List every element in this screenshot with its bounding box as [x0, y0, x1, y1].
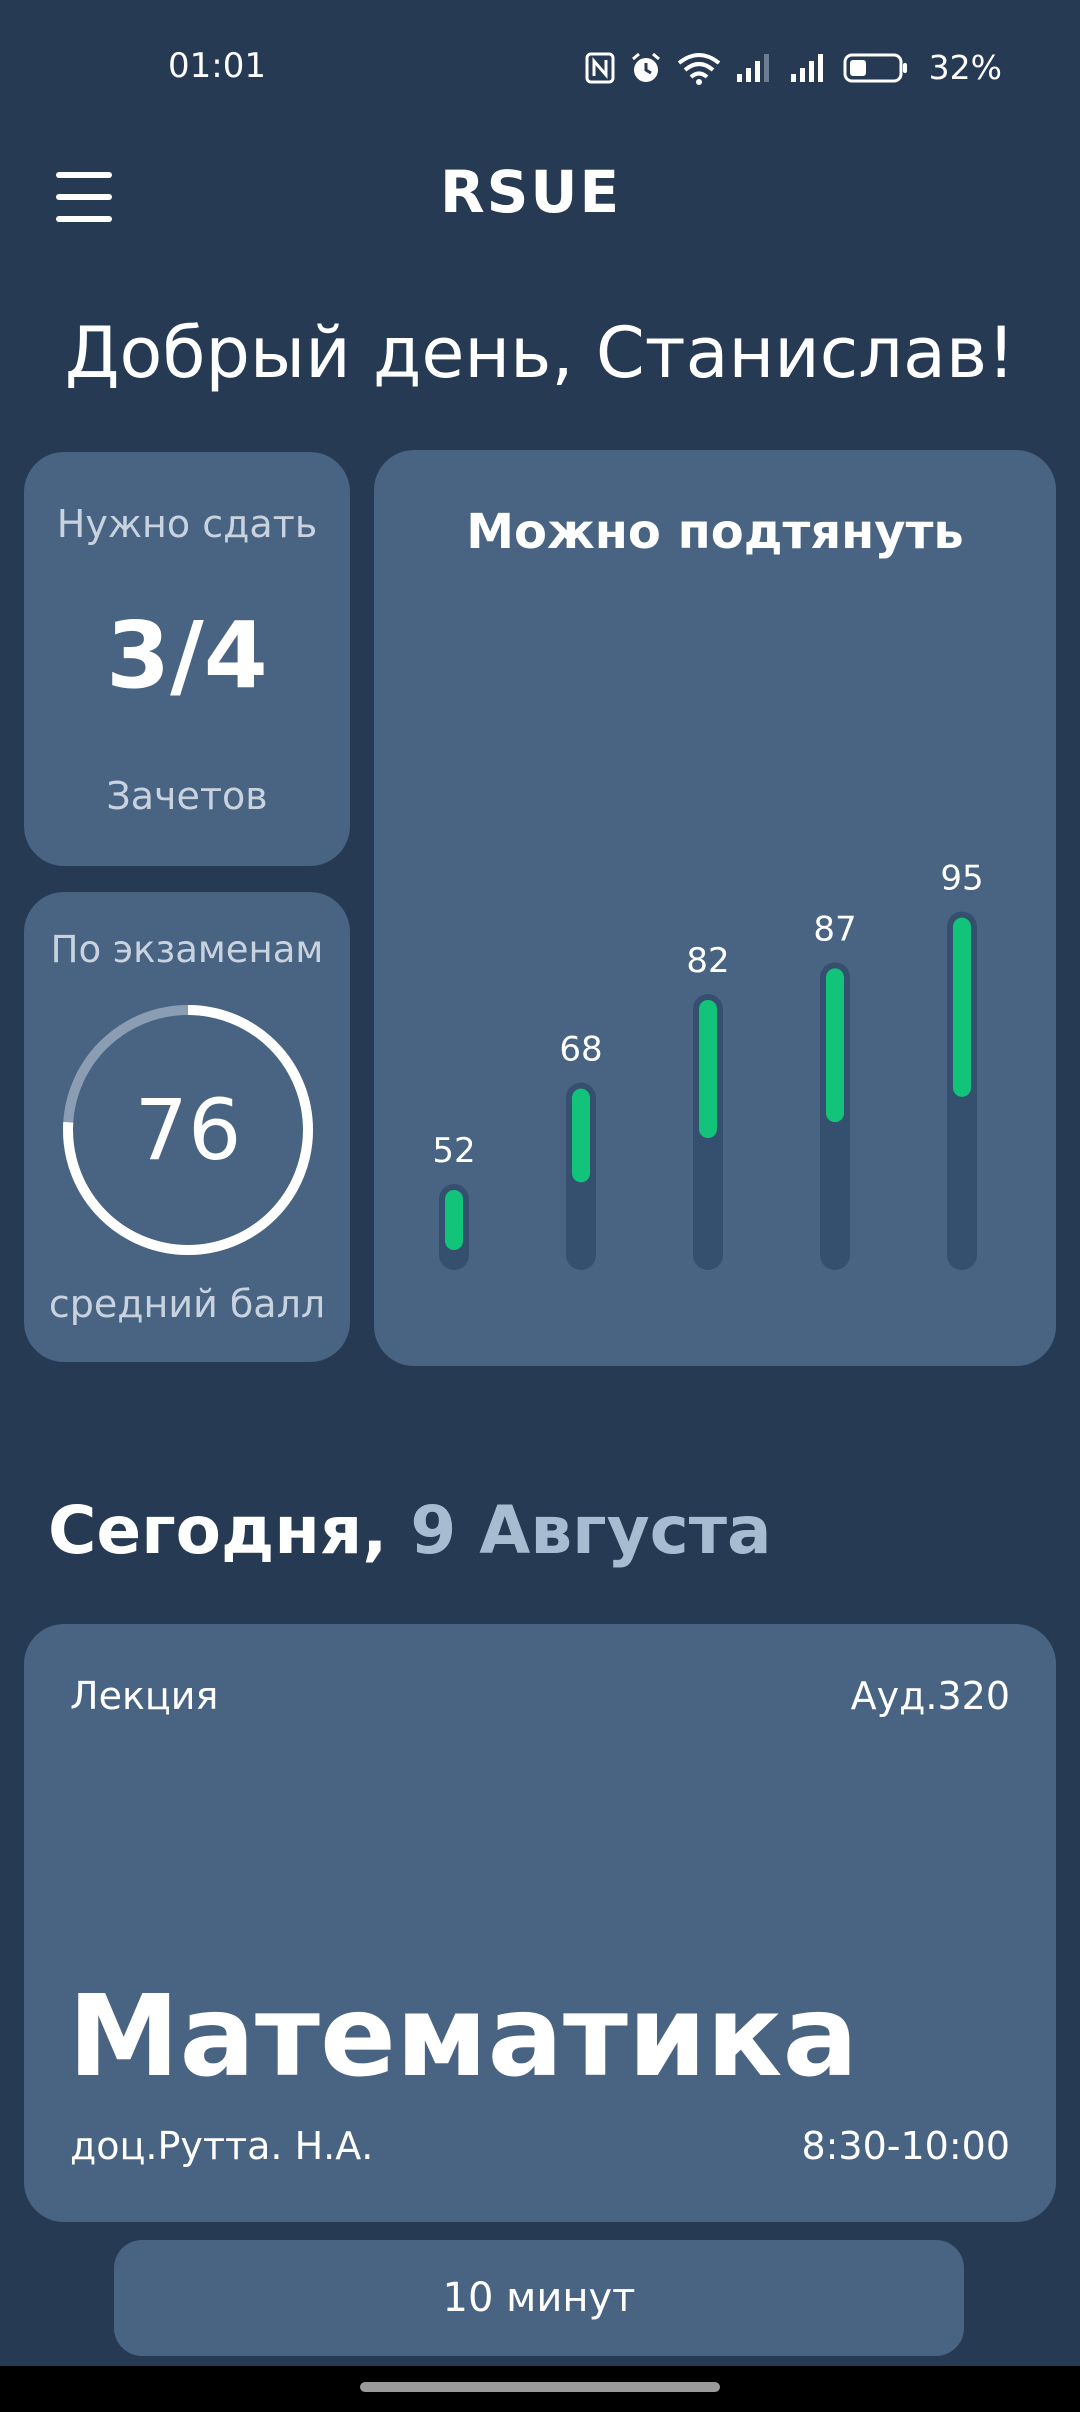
credits-caption-top: Нужно сдать: [56, 502, 318, 546]
credits-caption-bottom: Зачетов: [106, 774, 268, 818]
average-score-ring: 76: [60, 1002, 316, 1258]
bar-value-label: 82: [686, 941, 729, 981]
average-score-value: 76: [134, 1081, 242, 1179]
app-logo: RSUE: [440, 158, 622, 226]
bar: [826, 968, 844, 1123]
nfc-icon: [585, 52, 615, 83]
status-time: 01:01: [168, 46, 266, 86]
lesson-type: Лекция: [70, 1674, 219, 1718]
scores-bar-chart: 52 68 82 87 95: [432, 859, 984, 1270]
hamburger-menu-icon[interactable]: [56, 172, 112, 222]
exams-caption-top: По экзаменам: [50, 928, 324, 971]
alarm-icon: [631, 52, 660, 82]
credits-value: 3/4: [106, 602, 268, 709]
bar-value-label: 52: [432, 1131, 475, 1171]
bar: [953, 917, 971, 1097]
exams-card[interactable]: По экзаменам 76 средний балл: [24, 892, 350, 1362]
battery-percent: 32%: [928, 48, 1002, 87]
today-prefix: Сегодня,: [48, 1492, 388, 1569]
lesson-teacher: доц.Рутта. Н.А.: [70, 2124, 374, 2168]
lesson-time: 8:30-10:00: [801, 2124, 1010, 2168]
bar: [699, 1000, 717, 1138]
signal-icon: [790, 53, 823, 82]
wifi-icon: [677, 52, 720, 85]
improve-scores-card[interactable]: Можно подтянуть 52 68 82 87 95: [374, 450, 1056, 1366]
countdown-button[interactable]: 10 минут: [114, 2240, 964, 2356]
today-heading: Сегодня, 9 Августа: [48, 1492, 772, 1569]
bar-value-label: 95: [940, 859, 983, 899]
home-indicator[interactable]: [360, 2382, 720, 2392]
battery-icon: [843, 53, 907, 82]
bar: [572, 1088, 590, 1183]
greeting-text: Добрый день, Станислав!: [64, 312, 1016, 394]
lesson-subject: Математика: [68, 1972, 859, 2102]
lesson-card[interactable]: Лекция Ауд.320 Математика доц.Рутта. Н.А…: [24, 1624, 1056, 2222]
signal-icon: [736, 53, 769, 82]
bar-value-label: 68: [559, 1030, 602, 1070]
today-date: 9 Августа: [410, 1492, 772, 1569]
bar: [445, 1190, 463, 1250]
lesson-room: Ауд.320: [850, 1674, 1010, 1718]
credits-card[interactable]: Нужно сдать 3/4 Зачетов: [24, 452, 350, 866]
exams-caption-bottom: средний балл: [48, 1282, 326, 1326]
status-icons: 32%: [585, 48, 1002, 87]
bar-value-label: 87: [813, 909, 856, 949]
